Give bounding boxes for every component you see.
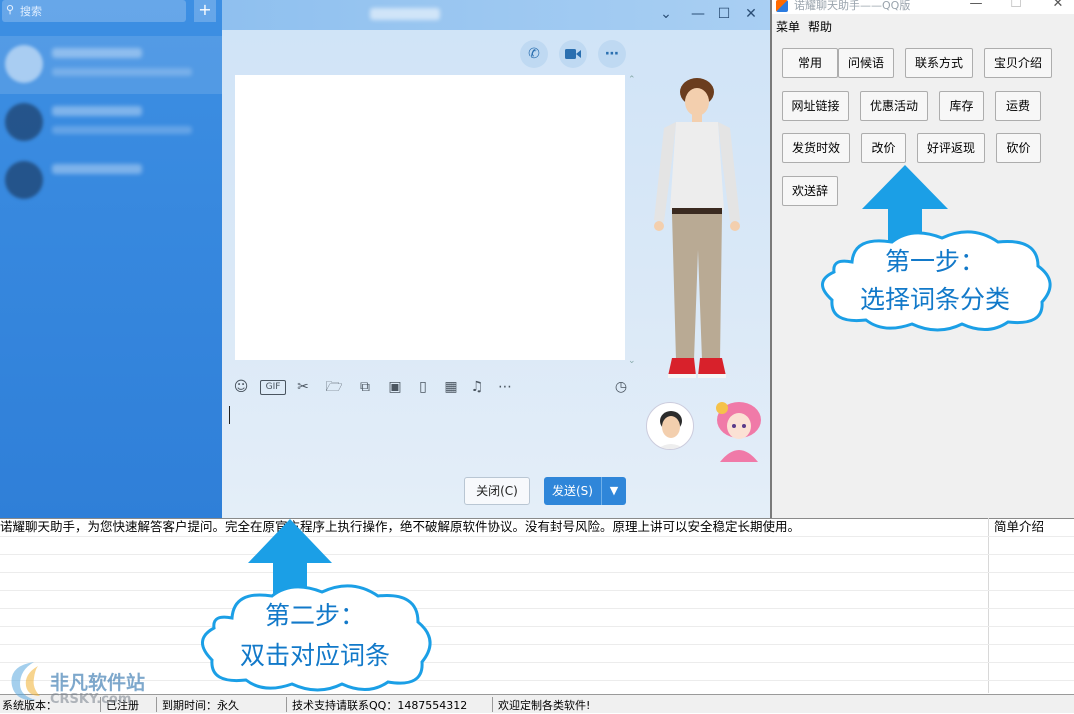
message-input[interactable]	[228, 400, 638, 470]
phrase-text[interactable]: 诺耀聊天助手，为您快速解答客户提问。完全在原官方程序上执行操作，绝不破解原软件协…	[0, 518, 985, 536]
maximize-icon[interactable]: ☐	[1004, 0, 1028, 12]
maximize-icon[interactable]: ☐	[712, 3, 736, 25]
category-button[interactable]: 好评返现	[917, 133, 985, 163]
contact-item[interactable]	[0, 36, 222, 94]
table-row	[0, 590, 1074, 591]
send-button[interactable]: 发送(S)	[544, 477, 601, 505]
search-placeholder: 搜索	[20, 5, 42, 18]
category-button[interactable]: 问候语	[838, 48, 894, 78]
clock-icon[interactable]: ◷	[612, 378, 630, 396]
close-icon[interactable]: ✕	[1046, 0, 1070, 12]
avatar	[5, 161, 43, 199]
menu-item-menu[interactable]: 菜单	[776, 18, 800, 35]
assistant-title: 诺耀聊天助手——QQ版	[794, 0, 911, 12]
scissors-icon[interactable]: ✂	[294, 378, 312, 396]
phrase-title[interactable]: 简单介绍	[994, 518, 1069, 536]
close-button[interactable]: 关闭(C)	[464, 477, 530, 505]
table-row	[0, 644, 1074, 645]
scroll-up-icon[interactable]: ⌃	[628, 75, 638, 85]
table-row	[0, 554, 1074, 555]
category-button[interactable]: 发货时效	[782, 133, 850, 163]
category-button[interactable]: 运费	[995, 91, 1041, 121]
watermark-en: CRSKY.com	[50, 692, 132, 707]
chevron-down-icon[interactable]: ▼	[601, 477, 626, 505]
step1-line1: 第一步：	[884, 247, 985, 276]
step2-line1: 第二步：	[264, 601, 365, 630]
minimize-icon[interactable]: —	[964, 0, 988, 12]
status-support: 技术支持请联系QQ：1487554312	[292, 699, 468, 712]
category-button[interactable]: 改价	[861, 133, 906, 163]
menu-item-help[interactable]: 帮助	[808, 18, 832, 35]
avatar	[5, 45, 43, 83]
chevron-down-icon[interactable]: ⌄	[654, 3, 678, 25]
search-input[interactable]: ⚲ 搜索	[2, 0, 186, 22]
video-call-icon[interactable]	[559, 40, 587, 68]
table-row	[0, 572, 1074, 573]
phone-icon[interactable]: ✆	[520, 40, 548, 68]
table-row	[0, 608, 1074, 609]
image-icon[interactable]: ▣	[386, 378, 404, 396]
add-button[interactable]: +	[194, 0, 216, 22]
avatar[interactable]	[646, 402, 694, 450]
text-caret	[229, 406, 230, 424]
category-button[interactable]: 欢送辞	[782, 176, 838, 206]
contact-item[interactable]	[0, 94, 222, 152]
table-row	[0, 536, 1074, 537]
table-row	[0, 680, 1074, 681]
table-row	[0, 626, 1074, 627]
category-button[interactable]: 砍价	[996, 133, 1041, 163]
status-welcome: 欢迎定制各类软件!	[498, 699, 591, 712]
scroll-down-icon[interactable]: ⌄	[628, 356, 638, 366]
avatar-show-figure	[642, 70, 752, 400]
shake-icon[interactable]: ▯	[414, 378, 432, 396]
avatar	[5, 103, 43, 141]
app-logo-icon	[776, 0, 788, 12]
category-button[interactable]: 网址链接	[782, 91, 849, 121]
more-icon[interactable]: ⋯	[496, 378, 514, 396]
table-row	[0, 662, 1074, 663]
menu-bar: 菜单 帮助	[772, 17, 1074, 35]
status-bar: 系统版本： 已注册 到期时间：永久 技术支持请联系QQ：1487554312 欢…	[0, 694, 1074, 713]
emoji-icon[interactable]: ☺	[232, 378, 250, 396]
red-packet-icon[interactable]: ▦	[442, 378, 460, 396]
step1-line2: 选择词条分类	[859, 285, 1010, 314]
category-button[interactable]: 联系方式	[905, 48, 973, 78]
step2-line2: 双击对应词条	[239, 641, 390, 670]
minimize-icon[interactable]: —	[686, 3, 710, 25]
avatar[interactable]	[710, 398, 768, 462]
watermark-logo: 非凡软件站 CRSKY.com	[0, 654, 160, 714]
gif-icon[interactable]: GIF	[260, 380, 286, 395]
step1-callout: 第一步： 选择词条分类	[812, 228, 1058, 332]
contact-item[interactable]	[0, 152, 222, 210]
close-icon[interactable]: ✕	[739, 3, 763, 25]
category-button[interactable]: 宝贝介绍	[984, 48, 1052, 78]
chat-toolbar: ☺ GIF ✂ 🗁 ⧉ ▣ ▯ ▦ ♫ ⋯	[232, 378, 532, 398]
step2-callout: 第二步： 双击对应词条	[192, 582, 438, 694]
category-button[interactable]: 优惠活动	[860, 91, 928, 121]
chat-message-area	[235, 75, 625, 360]
category-button[interactable]: 库存	[939, 91, 984, 121]
watermark-cn: 非凡软件站	[50, 672, 146, 694]
column-divider	[988, 518, 989, 693]
folder-icon[interactable]: 🗁	[325, 378, 343, 396]
screenshot-icon[interactable]: ⧉	[356, 378, 374, 396]
more-icon[interactable]: ⋯	[598, 40, 626, 68]
chat-title	[370, 8, 440, 20]
search-icon: ⚲	[6, 3, 15, 16]
status-expiry: 到期时间：永久	[162, 699, 239, 712]
category-button[interactable]: 常用	[782, 48, 838, 78]
music-icon[interactable]: ♫	[468, 378, 486, 396]
